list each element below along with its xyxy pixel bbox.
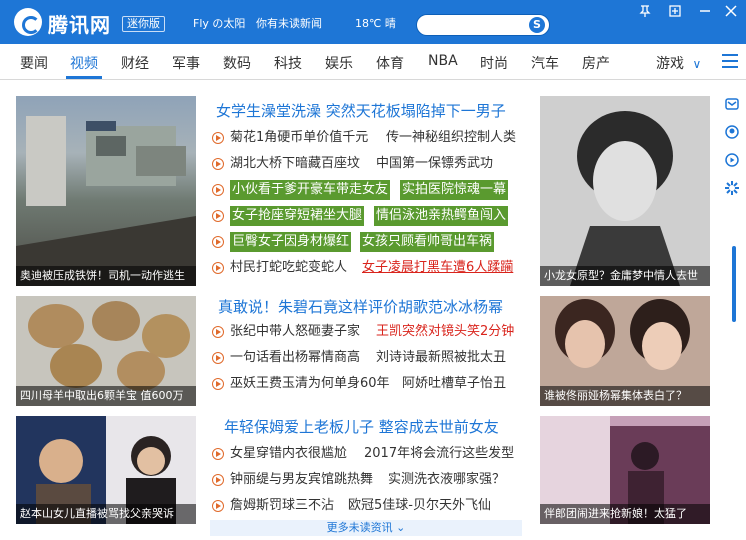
image-card-xiaolongnu[interactable]: 小龙女原型？金庸梦中情人去世 [540, 96, 710, 286]
nav-item-finance[interactable]: 财经 [121, 53, 149, 73]
news-link[interactable]: 钟丽缇与男友宾馆跳热舞 [230, 470, 373, 490]
news-link[interactable]: 菊花1角硬币单价值千元 [230, 128, 368, 148]
nav-item-video[interactable]: 视频 [70, 53, 98, 73]
play-icon [212, 236, 224, 248]
menu-icon[interactable] [722, 54, 738, 68]
image-card-audi[interactable]: 奥迪被压成铁饼！司机一动作逃生 [16, 96, 196, 286]
play-icon [212, 158, 224, 170]
image-card-sheep[interactable]: 四川母羊中取出6颗羊宝 值600万 [16, 296, 196, 406]
news-link[interactable]: 传一神秘组织控制人类 [386, 128, 516, 148]
nav-active-indicator [66, 76, 102, 79]
play-icon [212, 210, 224, 222]
image-caption: 四川母羊中取出6颗羊宝 值600万 [16, 386, 196, 406]
news-link[interactable]: 女星穿错内衣很尴尬 [230, 444, 347, 464]
chevron-down-icon: ∨ [692, 57, 702, 71]
section-headline[interactable]: 年轻保姆爱上老板儿子 整容成去世前女友 [224, 416, 499, 437]
settings-icon[interactable] [724, 180, 740, 196]
tencent-logo-icon [14, 8, 42, 36]
news-link[interactable]: 王凯突然对镜头笑2分钟 [376, 322, 514, 342]
image-caption: 小龙女原型？金庸梦中情人去世 [540, 266, 710, 286]
play-icon [212, 474, 224, 486]
news-link[interactable]: 一句话看出杨幂情商高 [230, 348, 360, 368]
image-caption: 奥迪被压成铁饼！司机一动作逃生 [16, 266, 196, 286]
news-link[interactable]: 小伙看于爹开豪车带走女友 [230, 180, 391, 200]
pin-icon[interactable] [634, 4, 656, 22]
nav-item-digital[interactable]: 数码 [223, 53, 251, 73]
nav-item-tech[interactable]: 科技 [274, 53, 302, 73]
play-icon [212, 500, 224, 512]
news-link[interactable]: 村民打蛇吃蛇变蛇人 [230, 258, 347, 278]
news-link[interactable]: 女子抢座穿短裙坐大腿 [230, 206, 365, 226]
search-box[interactable]: S [416, 14, 550, 36]
weather-info[interactable]: 18℃ 晴 [355, 15, 396, 31]
section-headline[interactable]: 真敢说！朱碧石竟这样评价胡歌范冰冰杨幂 [218, 296, 503, 317]
news-link[interactable]: 实拍医院惊魂一幕 [400, 180, 509, 200]
minimize-icon[interactable] [694, 4, 716, 22]
news-link[interactable]: 刘诗诗最新照被批太丑 [376, 348, 506, 368]
image-card-zhao[interactable]: 赵本山女儿直播被骂找父亲哭诉 [16, 416, 196, 524]
news-link[interactable]: 湖北大桥下暗藏百座坟 [230, 154, 360, 174]
search-input[interactable] [425, 17, 521, 33]
mail-icon[interactable] [724, 96, 740, 112]
restore-icon[interactable] [664, 4, 686, 22]
news-link[interactable]: 2017年将会流行这些发型 [364, 444, 514, 464]
nav-item-ent[interactable]: 娱乐 [325, 53, 353, 73]
nav-item-fashion[interactable]: 时尚 [480, 53, 508, 73]
play-icon [212, 448, 224, 460]
unread-news-link[interactable]: 你有未读新闻 [256, 15, 322, 31]
news-link[interactable]: 情侣泳池亲热鳄鱼闯入 [374, 206, 509, 226]
image-card-wedding[interactable]: 伴郎团闹进来抢新娘！太猛了 [540, 416, 710, 524]
news-link[interactable]: 女子凌晨打黑车遭6人蹂躏 [362, 258, 513, 278]
close-icon[interactable] [720, 4, 742, 22]
news-link[interactable]: 詹姆斯罚球三不沾 [230, 496, 334, 516]
nav-item-sports[interactable]: 体育 [376, 53, 404, 73]
news-link[interactable]: 张纪中带人怒砸妻子家 [230, 322, 360, 342]
image-caption: 伴郎团闹进来抢新娘！太猛了 [540, 504, 710, 524]
news-link[interactable]: 阿娇吐槽草子怡丑 [402, 374, 506, 394]
nav-item-house[interactable]: 房产 [582, 53, 610, 73]
news-link[interactable]: 巨臀女子因身材爆红 [230, 232, 352, 252]
play-icon [212, 352, 224, 364]
news-link[interactable]: 女孩只顾看帅哥出车祸 [360, 232, 495, 252]
mini-version-badge: 迷你版 [122, 16, 165, 32]
user-name[interactable]: Fly の太阳 [193, 15, 245, 31]
play-icon [212, 262, 224, 274]
play-icon [212, 132, 224, 144]
play-icon [212, 378, 224, 390]
section-headline[interactable]: 女学生澡堂洗澡 突然天花板塌陷掉下一男子 [216, 100, 506, 121]
nav-item-auto[interactable]: 汽车 [531, 53, 559, 73]
title-bar: 腾讯网 迷你版 Fly の太阳 你有未读新闻 18℃ 晴 S [0, 0, 746, 44]
portrait-bw-image [540, 96, 710, 286]
news-link[interactable]: 实测洗衣液哪家强？ [388, 470, 505, 490]
image-caption: 谁被佟丽娅杨幂集体表白了？ [540, 386, 710, 406]
nav-games-dropdown[interactable]: 游戏 ∨ [656, 53, 701, 73]
app-name: 腾讯网 [48, 13, 111, 37]
channel-nav: 要闻 视频 财经 军事 数码 科技 娱乐 体育 NBA 时尚 汽车 房产 游戏 … [0, 44, 746, 80]
scrollbar-thumb[interactable] [732, 246, 736, 322]
nav-item-yaowen[interactable]: 要闻 [20, 53, 48, 73]
car-accident-image [16, 116, 196, 286]
image-caption: 赵本山女儿直播被骂找父亲哭诉 [16, 504, 196, 524]
play-icon [212, 326, 224, 338]
news-link[interactable]: 欧冠5佳球-贝尔天外飞仙 [348, 496, 491, 516]
news-link[interactable]: 中国第一保镖秀武功 [376, 154, 493, 174]
nav-item-military[interactable]: 军事 [172, 53, 200, 73]
video-icon[interactable] [724, 152, 740, 168]
image-card-tongliya[interactable]: 谁被佟丽娅杨幂集体表白了？ [540, 296, 710, 406]
nav-item-nba[interactable]: NBA [428, 53, 458, 69]
play-icon [212, 184, 224, 196]
nav-games-label: 游戏 [656, 56, 684, 72]
search-icon[interactable]: S [529, 17, 545, 33]
qq-icon[interactable] [724, 124, 740, 140]
more-unread-button[interactable]: 更多未读资讯 ⌄ [210, 520, 522, 536]
news-link[interactable]: 巫妖王费玉清为何单身60年 [230, 374, 390, 394]
